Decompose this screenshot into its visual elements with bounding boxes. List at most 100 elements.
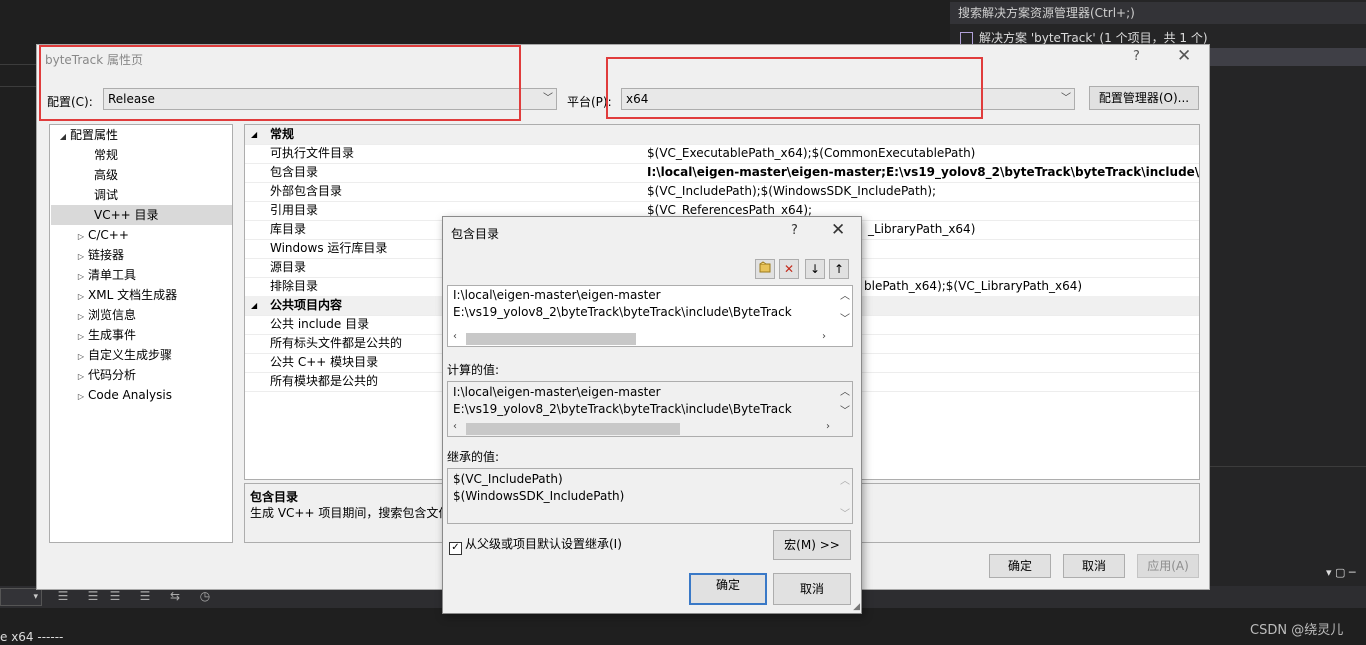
expand-icon[interactable]: ▷ — [74, 227, 88, 247]
scrollbar-thumb[interactable] — [466, 333, 636, 345]
inherited-line: $(WindowsSDK_IncludePath) — [453, 489, 625, 503]
vs-divider — [0, 86, 36, 87]
tree-item-browse[interactable]: ▷ 浏览信息 — [74, 305, 136, 325]
clock-icon[interactable]: ◷ — [198, 589, 212, 603]
horizontal-scrollbar[interactable]: ‹ › — [448, 330, 836, 345]
scroll-right-icon[interactable]: › — [826, 421, 830, 432]
tree-item-general[interactable]: 常规 — [94, 145, 118, 165]
tree-item-debugging[interactable]: 调试 — [94, 185, 118, 205]
expand-icon[interactable]: ▷ — [74, 287, 88, 307]
grid-row[interactable]: 外部包含目录 $(VC_IncludePath);$(WindowsSDK_Inc… — [245, 182, 1199, 202]
scroll-down-icon[interactable]: ﹀ — [840, 310, 850, 325]
description-text: 生成 VC++ 项目期间，搜索包含文件 — [250, 506, 451, 520]
tree-item-label: 自定义生成步骤 — [88, 348, 173, 362]
solution-panel-divider — [1210, 466, 1366, 485]
close-icon[interactable]: ✕ — [1177, 46, 1191, 66]
grid-category-general[interactable]: ◢ 常规 — [245, 125, 1199, 145]
move-down-icon[interactable]: ↓ — [805, 259, 825, 279]
output-source-dropdown[interactable]: ▾ — [0, 588, 42, 606]
property-tree: ◢ 配置属性 常规 高级 调试 VC++ 目录 ▷ C/C++ ▷ 链接器 ▷ 清单工具… — [49, 124, 233, 543]
help-button[interactable]: ? — [791, 223, 798, 238]
close-icon[interactable]: ✕ — [831, 220, 845, 240]
delete-line-icon[interactable]: ✕ — [779, 259, 799, 279]
cancel-button[interactable]: 取消 — [773, 573, 851, 605]
help-button[interactable]: ? — [1133, 49, 1140, 64]
tree-item-custom-build[interactable]: ▷ 自定义生成步骤 — [74, 345, 172, 365]
scroll-up-icon[interactable]: ︿ — [840, 383, 850, 398]
property-name: 所有标头文件都是公共的 — [270, 336, 403, 350]
include-paths-editor[interactable]: I:\local\eigen-master\eigen-master E:\vs… — [447, 285, 853, 347]
expand-icon[interactable]: ▷ — [74, 347, 88, 367]
cancel-button[interactable]: 取消 — [1063, 554, 1125, 578]
tree-item-label: XML 文档生成器 — [88, 288, 178, 302]
scroll-left-icon[interactable]: ‹ — [453, 331, 457, 342]
scroll-right-icon[interactable]: › — [822, 331, 826, 342]
solution-selected-row[interactable] — [1210, 48, 1366, 66]
macros-button[interactable]: 宏(M) >> — [773, 530, 851, 560]
platform-label: 平台(P): — [567, 95, 612, 109]
grid-row-include-dirs[interactable]: 包含目录 I:\local\eigen-master\eigen-master;E… — [245, 163, 1200, 183]
tree-item-label: 浏览信息 — [88, 308, 137, 322]
property-value: I:\local\eigen-master\eigen-master;E:\vs… — [647, 165, 1200, 179]
scroll-up-icon: ︿ — [840, 476, 850, 487]
ok-button[interactable]: 确定 — [989, 554, 1051, 578]
collapse-icon[interactable]: ◢ — [251, 125, 257, 144]
expand-icon[interactable]: ▷ — [74, 327, 88, 347]
tree-item-label: C/C++ — [88, 228, 129, 242]
property-value: $(VC_IncludePath);$(WindowsSDK_IncludePa… — [647, 184, 937, 198]
property-name: 库目录 — [270, 222, 307, 236]
apply-button[interactable]: 应用(A) — [1137, 554, 1199, 578]
property-name: 排除目录 — [270, 279, 319, 293]
scroll-down-icon: ﹀ — [840, 509, 850, 520]
property-name: 公共 include 目录 — [270, 317, 370, 331]
scroll-up-icon[interactable]: ︿ — [840, 287, 850, 302]
tree-item-vc-directories[interactable]: VC++ 目录 — [51, 205, 232, 225]
collapse-icon[interactable]: ◢ — [251, 296, 257, 315]
new-line-icon[interactable] — [755, 259, 775, 279]
tree-item-build-events[interactable]: ▷ 生成事件 — [74, 325, 136, 345]
move-up-icon[interactable]: ↑ — [829, 259, 849, 279]
ok-button[interactable]: 确定 — [689, 573, 767, 605]
tree-item-label: 链接器 — [88, 248, 125, 262]
expand-icon[interactable]: ▷ — [74, 387, 88, 407]
path-line[interactable]: I:\local\eigen-master\eigen-master — [453, 288, 661, 302]
inherit-checkbox[interactable]: ✓ 从父级或项目默认设置继承(I) — [449, 535, 622, 555]
property-value: $(VC_ExecutablePath_x64);$(CommonExecuta… — [647, 146, 976, 160]
tree-item-manifest[interactable]: ▷ 清单工具 — [74, 265, 136, 285]
scroll-down-icon[interactable]: ﹀ — [840, 402, 850, 417]
tree-item-code-analysis[interactable]: ▷ Code Analysis — [74, 385, 172, 405]
horizontal-scrollbar[interactable]: ‹ › — [448, 420, 836, 435]
watermark: CSDN @绕灵儿 — [1250, 623, 1344, 638]
tree-item-linker[interactable]: ▷ 链接器 — [74, 245, 124, 265]
align-left-icon[interactable]: ☰ — [56, 589, 70, 603]
computed-line: E:\vs19_yolov8_2\byteTrack\byteTrack\inc… — [453, 402, 792, 416]
solution-search-input[interactable]: 搜索解决方案资源管理器(Ctrl+;) — [950, 2, 1366, 24]
expand-icon[interactable]: ▷ — [74, 367, 88, 387]
path-line[interactable]: E:\vs19_yolov8_2\byteTrack\byteTrack\inc… — [453, 305, 792, 319]
property-name: 引用目录 — [270, 203, 319, 217]
tree-item-code-analysis-cn[interactable]: ▷ 代码分析 — [74, 365, 136, 385]
computed-values: I:\local\eigen-master\eigen-master E:\vs… — [447, 381, 853, 437]
collapse-icon[interactable]: ◢ — [56, 127, 70, 147]
expand-icon[interactable]: ▷ — [74, 267, 88, 287]
property-name: 可执行文件目录 — [270, 146, 355, 160]
config-manager-button[interactable]: 配置管理器(O)... — [1089, 86, 1199, 110]
tree-root[interactable]: ◢ 配置属性 — [56, 125, 118, 145]
clear-all-icon[interactable]: ☰ — [138, 589, 152, 603]
scrollbar-thumb[interactable] — [466, 423, 680, 435]
tree-item-cpp[interactable]: ▷ C/C++ — [74, 225, 129, 245]
scroll-left-icon[interactable]: ‹ — [453, 421, 457, 432]
expand-icon[interactable]: ▷ — [74, 307, 88, 327]
align-down-icon[interactable]: ☰ — [86, 589, 100, 603]
panel-window-icons[interactable]: ▾ ▢ ─ — [1326, 566, 1356, 579]
expand-icon[interactable]: ▷ — [74, 247, 88, 267]
description-title: 包含目录 — [250, 490, 299, 504]
property-name: 所有模块都是公共的 — [270, 374, 379, 388]
tree-item-advanced[interactable]: 高级 — [94, 165, 118, 185]
align-bottom-icon[interactable]: ☰ — [108, 589, 122, 603]
resize-grip-icon[interactable]: ◢ — [853, 602, 860, 612]
word-wrap-icon[interactable]: ⇆ — [168, 589, 182, 603]
tree-item-xml-doc[interactable]: ▷ XML 文档生成器 — [74, 285, 177, 305]
grid-row[interactable]: 可执行文件目录 $(VC_ExecutablePath_x64);$(Common… — [245, 144, 1199, 164]
inherited-values: $(VC_IncludePath) $(WindowsSDK_IncludePa… — [447, 468, 853, 524]
